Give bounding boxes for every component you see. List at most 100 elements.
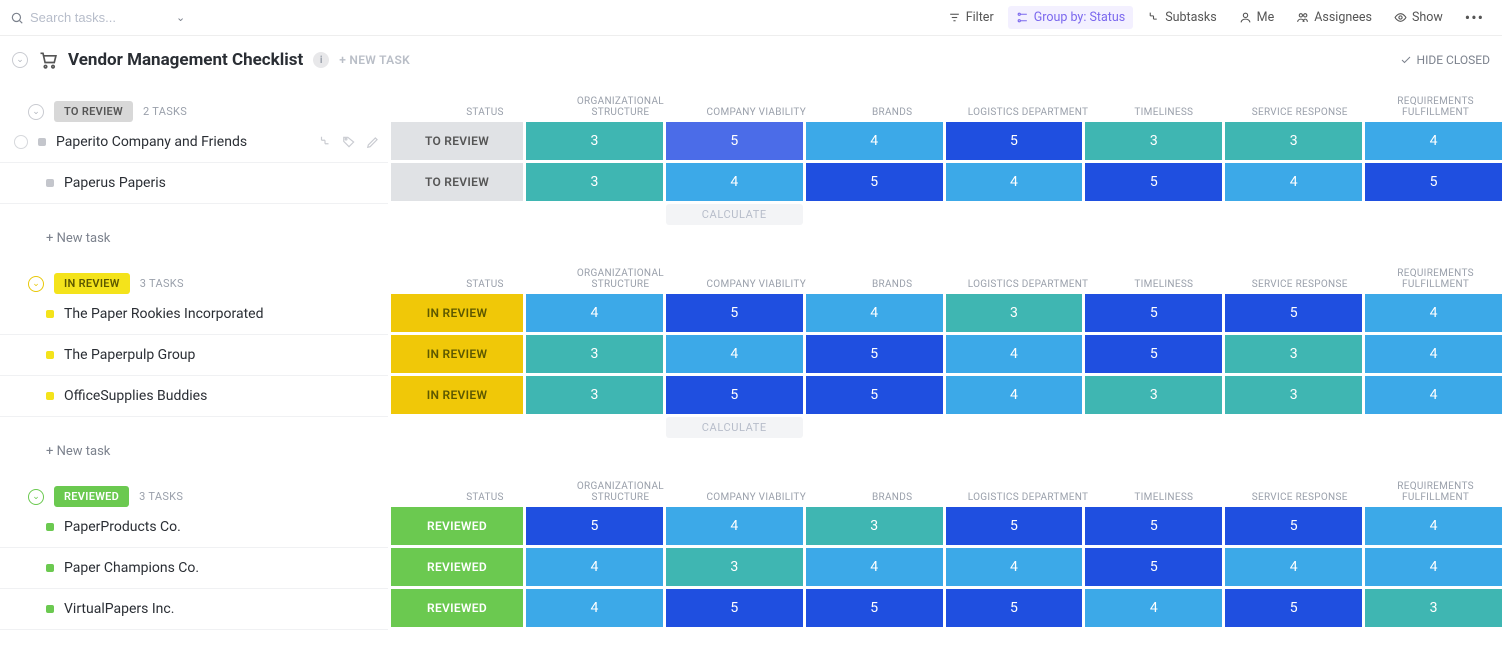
task-row[interactable]: The Paper Rookies IncorporatedIN REVIEW4… [0,294,1502,335]
score-cell[interactable]: 5 [666,122,803,160]
column-header[interactable]: SERVICE RESPONSE [1233,488,1366,507]
task-row[interactable]: Paperus PaperisTO REVIEW3454545 [0,163,1502,204]
calculate-button[interactable]: CALCULATE [666,417,803,438]
score-cell[interactable]: 5 [1085,163,1222,201]
score-cell[interactable]: 3 [666,548,803,586]
status-cell[interactable]: REVIEWED [391,589,523,627]
score-cell[interactable]: 4 [1085,589,1222,627]
column-header[interactable]: BRANDS [826,488,959,507]
score-cell[interactable]: 5 [1225,294,1362,332]
task-title[interactable]: VirtualPapers Inc. [64,601,174,617]
score-cell[interactable]: 4 [946,548,1083,586]
row-select-circle[interactable] [14,135,28,149]
column-header[interactable]: REQUIREMENTS FULFILLMENT [1369,92,1502,122]
search-input[interactable] [30,10,170,25]
score-cell[interactable]: 3 [526,335,663,373]
info-icon[interactable]: i [313,52,329,68]
task-name-cell[interactable]: The Paperpulp Group [0,335,388,376]
task-title[interactable]: OfficeSupplies Buddies [64,388,207,404]
column-header[interactable]: SERVICE RESPONSE [1233,275,1366,294]
task-row[interactable]: OfficeSupplies BuddiesIN REVIEW3554334 [0,376,1502,417]
task-row[interactable]: VirtualPapers Inc.REVIEWED4555453 [0,589,1502,630]
me-button[interactable]: Me [1231,6,1283,29]
tag-icon[interactable] [342,135,356,149]
subtask-icon[interactable] [318,135,332,149]
column-header[interactable]: ORGANIZATIONAL STRUCTURE [554,264,687,294]
score-cell[interactable]: 5 [1225,589,1362,627]
score-cell[interactable]: 4 [526,589,663,627]
score-cell[interactable]: 5 [526,507,663,545]
score-cell[interactable]: 3 [1225,376,1362,414]
task-row[interactable]: The Paperpulp GroupIN REVIEW3454534 [0,335,1502,376]
task-title[interactable]: PaperProducts Co. [64,519,181,535]
new-task-inline[interactable]: + New task [0,225,1502,252]
group-collapse-toggle[interactable]: ⌄ [28,276,44,292]
score-cell[interactable]: 5 [666,376,803,414]
score-cell[interactable]: 3 [526,163,663,201]
column-header[interactable]: REQUIREMENTS FULFILLMENT [1369,264,1502,294]
task-name-cell[interactable]: VirtualPapers Inc. [0,589,388,630]
task-name-cell[interactable]: The Paper Rookies Incorporated [0,294,388,335]
column-header[interactable]: BRANDS [826,275,959,294]
status-cell[interactable]: TO REVIEW [391,122,523,160]
score-cell[interactable]: 4 [1365,376,1502,414]
score-cell[interactable]: 4 [666,163,803,201]
score-cell[interactable]: 5 [806,335,943,373]
status-pill[interactable]: IN REVIEW [54,273,130,294]
column-header[interactable]: TIMELINESS [1097,103,1230,122]
column-header[interactable]: STATUS [419,488,551,507]
column-header[interactable]: ORGANIZATIONAL STRUCTURE [554,477,687,507]
filter-button[interactable]: Filter [940,6,1002,29]
score-cell[interactable]: 4 [806,122,943,160]
status-cell[interactable]: TO REVIEW [391,163,523,201]
score-cell[interactable]: 4 [1365,335,1502,373]
score-cell[interactable]: 3 [806,507,943,545]
score-cell[interactable]: 5 [806,163,943,201]
score-cell[interactable]: 5 [1085,507,1222,545]
status-cell[interactable]: REVIEWED [391,507,523,545]
assignees-button[interactable]: Assignees [1288,6,1380,29]
column-header[interactable]: TIMELINESS [1097,488,1230,507]
score-cell[interactable]: 4 [946,163,1083,201]
task-row[interactable]: Paperito Company and FriendsTO REVIEW354… [0,122,1502,163]
score-cell[interactable]: 5 [1085,294,1222,332]
score-cell[interactable]: 4 [1225,548,1362,586]
status-cell[interactable]: IN REVIEW [391,335,523,373]
task-title[interactable]: The Paperpulp Group [64,347,195,363]
score-cell[interactable]: 4 [1365,507,1502,545]
column-header[interactable]: LOGISTICS DEPARTMENT [962,275,1095,294]
column-header[interactable]: TIMELINESS [1097,275,1230,294]
score-cell[interactable]: 5 [1085,335,1222,373]
score-cell[interactable]: 4 [1365,548,1502,586]
score-cell[interactable]: 4 [666,335,803,373]
column-header[interactable]: COMPANY VIABILITY [690,488,823,507]
task-name-cell[interactable]: OfficeSupplies Buddies [0,376,388,417]
task-title[interactable]: Paper Champions Co. [64,560,199,576]
edit-icon[interactable] [366,135,380,149]
task-title[interactable]: The Paper Rookies Incorporated [64,306,263,322]
new-task-button[interactable]: + NEW TASK [339,53,410,67]
score-cell[interactable]: 3 [526,122,663,160]
score-cell[interactable]: 3 [1085,376,1222,414]
task-row[interactable]: PaperProducts Co.REVIEWED5435554 [0,507,1502,548]
chevron-down-icon[interactable]: ⌄ [176,11,185,24]
score-cell[interactable]: 5 [806,589,943,627]
score-cell[interactable]: 3 [1225,122,1362,160]
score-cell[interactable]: 5 [946,122,1083,160]
column-header[interactable]: REQUIREMENTS FULFILLMENT [1369,477,1502,507]
score-cell[interactable]: 5 [666,589,803,627]
group-collapse-toggle[interactable]: ⌄ [28,489,44,505]
score-cell[interactable]: 5 [1365,163,1502,201]
score-cell[interactable]: 4 [806,294,943,332]
calculate-button[interactable]: CALCULATE [666,204,803,225]
score-cell[interactable]: 3 [526,376,663,414]
task-name-cell[interactable]: Paperus Paperis [0,163,388,204]
task-row[interactable]: Paper Champions Co.REVIEWED4344544 [0,548,1502,589]
score-cell[interactable]: 4 [1225,163,1362,201]
status-pill[interactable]: TO REVIEW [54,101,133,122]
groupby-button[interactable]: Group by: Status [1008,6,1134,29]
column-header[interactable]: BRANDS [826,103,959,122]
list-collapse-toggle[interactable]: ⌄ [12,52,28,68]
column-header[interactable]: ORGANIZATIONAL STRUCTURE [554,92,687,122]
score-cell[interactable]: 5 [946,589,1083,627]
